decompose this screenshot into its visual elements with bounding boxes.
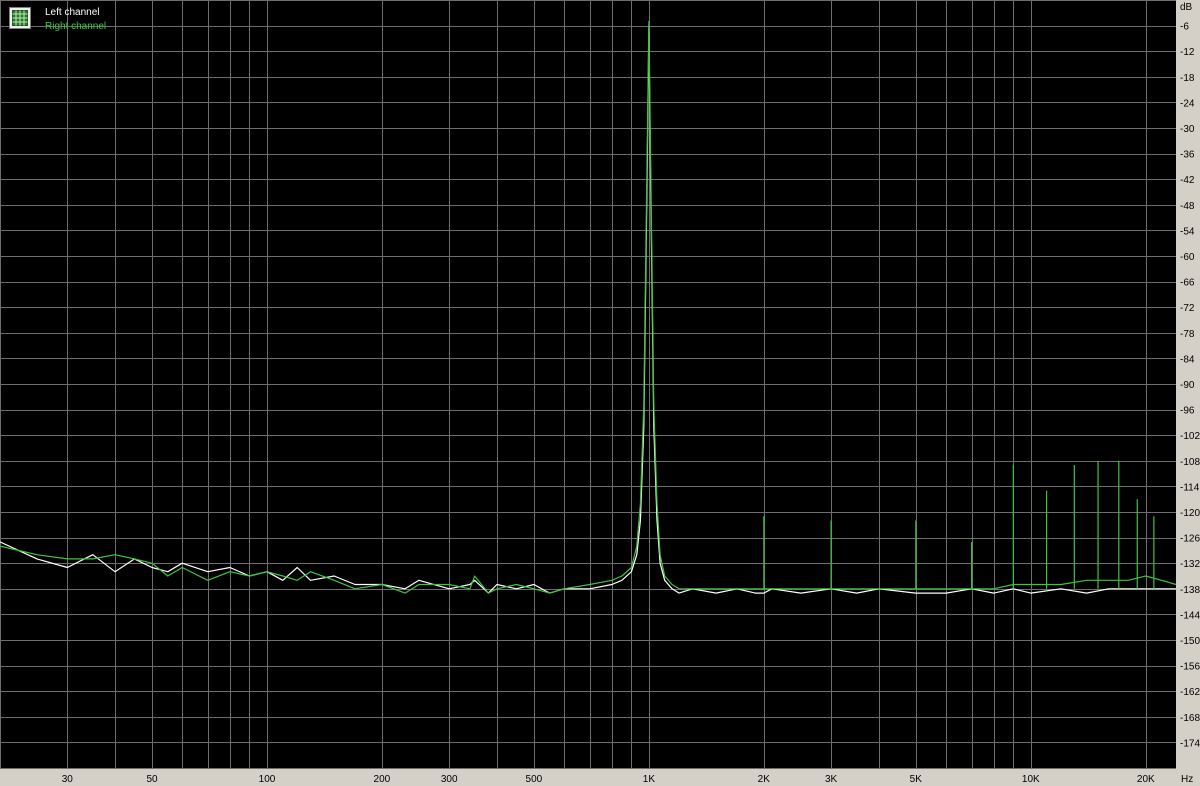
y-tick-label: -60 xyxy=(1180,252,1195,263)
y-tick-label: -18 xyxy=(1180,73,1195,84)
y-tick-label: -30 xyxy=(1180,124,1195,135)
y-tick-label: -12 xyxy=(1180,47,1195,58)
y-tick-label: -66 xyxy=(1180,278,1195,289)
x-tick-label: 1K xyxy=(643,774,656,785)
x-tick-label: 2K xyxy=(758,774,771,785)
chart-window-icon[interactable] xyxy=(9,7,31,29)
y-tick-label: -174 xyxy=(1180,738,1200,749)
x-tick-label: 3K xyxy=(825,774,838,785)
y-tick-label: -132 xyxy=(1180,559,1200,570)
x-tick-label: 300 xyxy=(441,774,458,785)
y-tick-label: -114 xyxy=(1180,482,1200,493)
x-unit-label: Hz xyxy=(1181,774,1193,785)
y-tick-label: -156 xyxy=(1180,662,1200,673)
y-tick-label: -48 xyxy=(1180,201,1195,212)
spectrum-chart: -6 -12 -18 -24 -30 -36 -42 -48 -54 -60 -66 -72 -78 -8… xyxy=(0,0,1200,785)
y-tick-label: -36 xyxy=(1180,150,1195,161)
y-tick-label: -168 xyxy=(1180,713,1200,724)
y-tick-label: -162 xyxy=(1180,687,1200,698)
y-tick-label: -126 xyxy=(1180,534,1200,545)
y-tick-label: -24 xyxy=(1180,98,1195,109)
y-tick-label: -78 xyxy=(1180,329,1195,340)
y-tick-label: -90 xyxy=(1180,380,1195,391)
y-tick-label: -150 xyxy=(1180,636,1200,647)
y-axis-ticks: -6 -12 -18 -24 -30 -36 -42 -48 -54 -60 -66 -72 -78 -8… xyxy=(1180,22,1200,750)
y-tick-label: -138 xyxy=(1180,585,1200,596)
y-tick-label: -120 xyxy=(1180,508,1200,519)
y-tick-label: -54 xyxy=(1180,226,1195,237)
legend-item-right-channel: Right channel xyxy=(45,21,107,32)
y-tick-label: -42 xyxy=(1180,175,1195,186)
x-tick-label: 200 xyxy=(374,774,391,785)
y-tick-label: -84 xyxy=(1180,354,1195,365)
x-tick-label: 30 xyxy=(62,774,74,785)
y-tick-label: -72 xyxy=(1180,303,1195,314)
legend-item-left-channel: Left channel xyxy=(45,7,100,18)
x-tick-label: 10K xyxy=(1022,774,1040,785)
y-tick-label: -102 xyxy=(1180,431,1200,442)
spectrum-analyzer-window: -6 -12 -18 -24 -30 -36 -42 -48 -54 -60 -66 -72 -78 -8… xyxy=(0,0,1200,786)
x-tick-label: 50 xyxy=(146,774,158,785)
x-tick-label: 5K xyxy=(910,774,923,785)
x-axis-ticks: 30 50 100 200 300 500 1K 2K 3K 5K 10K 20K xyxy=(62,774,1155,785)
x-tick-label: 20K xyxy=(1137,774,1155,785)
y-tick-label: -108 xyxy=(1180,457,1200,468)
y-unit-label: dB xyxy=(1180,2,1193,13)
y-tick-label: -144 xyxy=(1180,610,1200,621)
x-tick-label: 500 xyxy=(526,774,543,785)
y-tick-label: -6 xyxy=(1180,22,1189,33)
x-tick-label: 100 xyxy=(259,774,276,785)
y-tick-label: -96 xyxy=(1180,406,1195,417)
